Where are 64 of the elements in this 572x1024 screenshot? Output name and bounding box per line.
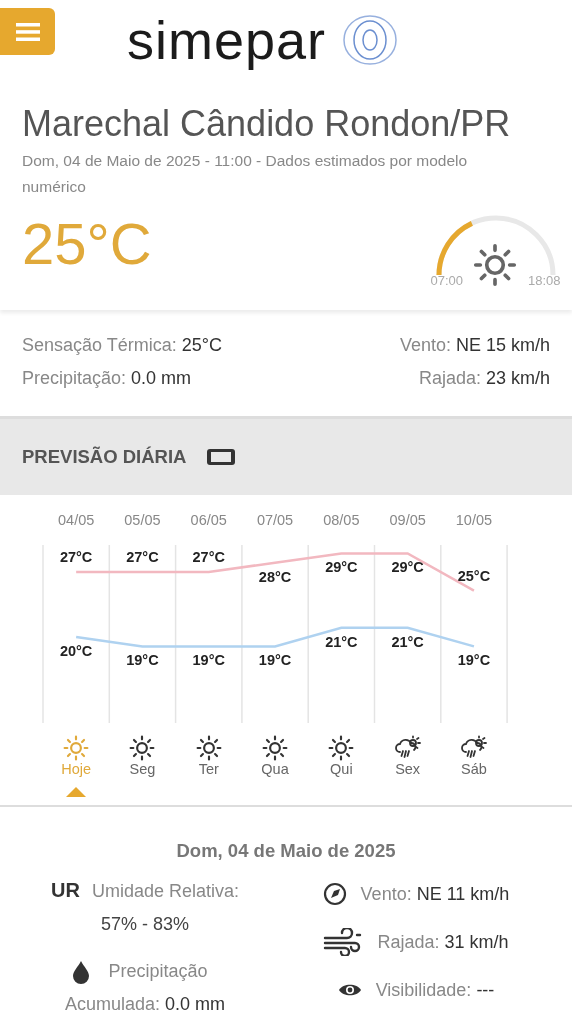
city-title: Marechal Cândido Rondon/PR [22, 102, 512, 146]
date-label: 09/05 [389, 512, 426, 528]
section-title: PREVISÃO DIÁRIA [22, 446, 187, 468]
sun-icon [195, 735, 222, 761]
temperature-label: 19°C [457, 652, 491, 669]
date-subtitle: Dom, 04 de Maio de 2025 - 11:00 - Dados estimados por modelo numérico [22, 151, 469, 197]
signal-rings-icon [342, 15, 399, 65]
date-label: 08/05 [323, 512, 360, 528]
temperature-label: 25°C [457, 567, 491, 584]
wind-text: Vento: NE 11 km/h [360, 883, 510, 905]
logo-text: simepar [127, 10, 327, 70]
temperature-label: 19°C [258, 652, 292, 669]
day-tab[interactable]: Qui [308, 735, 375, 805]
condition-text: Precipitação: 0.0 mm [22, 367, 193, 390]
day-tab[interactable]: Sex [374, 735, 441, 805]
temperature-label: 19°C [192, 652, 225, 669]
temperature-label: 21°C [325, 633, 358, 650]
temperature: 25°C [22, 212, 152, 276]
day-tab[interactable]: Ter [175, 735, 242, 805]
temperature-label: 28°C [258, 568, 292, 585]
sunrise-time: 07:00 [430, 273, 464, 288]
sun-icon [262, 735, 289, 761]
gust-text: Rajada: 31 km/h [377, 931, 509, 953]
date-label: 04/05 [58, 512, 95, 528]
day-tab[interactable]: Seg [109, 735, 176, 805]
temperature-label: 27°C [59, 549, 93, 565]
humidity-abbreviation: UR [51, 879, 80, 902]
menu-button[interactable] [0, 8, 55, 55]
temperature-label: 21°C [391, 633, 424, 650]
eye-icon [337, 982, 362, 998]
sun-icon [473, 243, 517, 287]
temperature-label: 29°C [391, 559, 424, 576]
sunset-time: 18:08 [527, 273, 561, 288]
temperature-label: 19°C [126, 652, 159, 669]
selection-marker-icon [66, 787, 87, 797]
sun-icon [63, 735, 90, 761]
date-label: 06/05 [190, 512, 227, 528]
menu-icon [15, 21, 40, 42]
rain-cloud-icon [460, 735, 487, 761]
compass-icon [322, 882, 347, 906]
humidity-label: Umidade Relativa: [91, 881, 239, 902]
temperature-label: 27°C [192, 549, 225, 565]
date-label: 10/05 [455, 512, 493, 528]
water-drop-icon [72, 959, 91, 984]
sun-icon [328, 735, 355, 761]
temperature-label: 20°C [59, 643, 93, 660]
day-tab[interactable]: Qua [241, 735, 309, 805]
humidity-value: 57% - 83% [99, 914, 191, 935]
date-label: 05/05 [124, 512, 161, 528]
temperature-label: 29°C [325, 559, 358, 576]
detail-date: Dom, 04 de Maio de 2025 [175, 839, 397, 863]
precipitation-text: Acumulada: 0.0 mm [64, 993, 226, 1016]
day-tab[interactable]: Sáb [440, 735, 508, 805]
precipitation-title: Precipitação [108, 960, 208, 983]
sun-icon [129, 735, 156, 761]
visibility-text: Visibilidade: --- [375, 979, 495, 1001]
date-label: 07/05 [256, 512, 294, 528]
rain-cloud-icon [394, 735, 421, 761]
condition-text: Rajada: 23 km/h [418, 367, 550, 390]
condition-text: Vento: NE 15 km/h [399, 334, 550, 357]
tablet-icon [206, 448, 237, 466]
temperature-label: 27°C [126, 549, 159, 565]
condition-text: Sensação Térmica: 25°C [22, 334, 223, 357]
wind-icon [323, 928, 364, 956]
